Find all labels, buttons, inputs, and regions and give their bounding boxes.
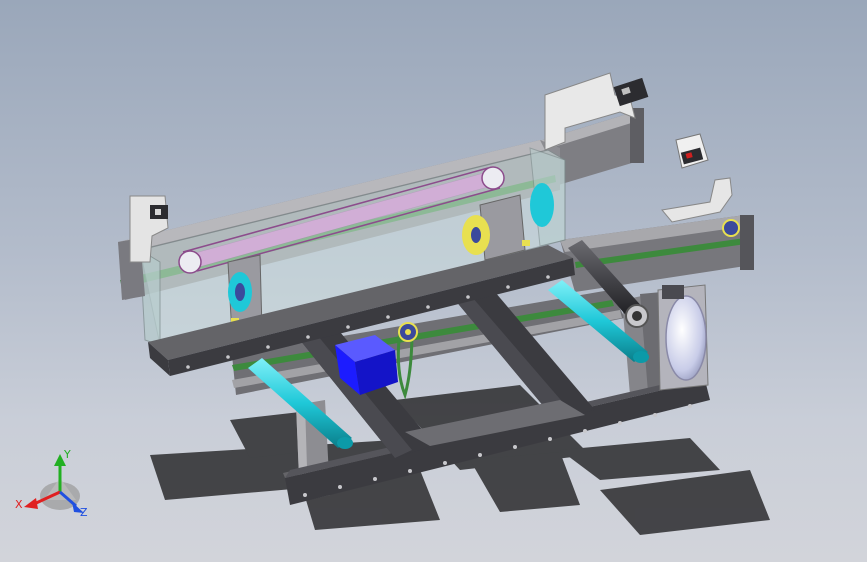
y-axis-label: Y bbox=[63, 448, 71, 461]
x-axis-arrow bbox=[24, 498, 38, 509]
sensor-bracket-right[interactable] bbox=[661, 133, 733, 223]
assembly-model[interactable] bbox=[0, 0, 867, 562]
side-wheel[interactable] bbox=[657, 284, 709, 391]
cad-viewport[interactable]: Y X Z bbox=[0, 0, 867, 562]
z-axis-label: Z bbox=[80, 506, 88, 519]
axis-triad: Y X Z bbox=[15, 448, 88, 519]
x-axis-label: X bbox=[15, 498, 23, 511]
